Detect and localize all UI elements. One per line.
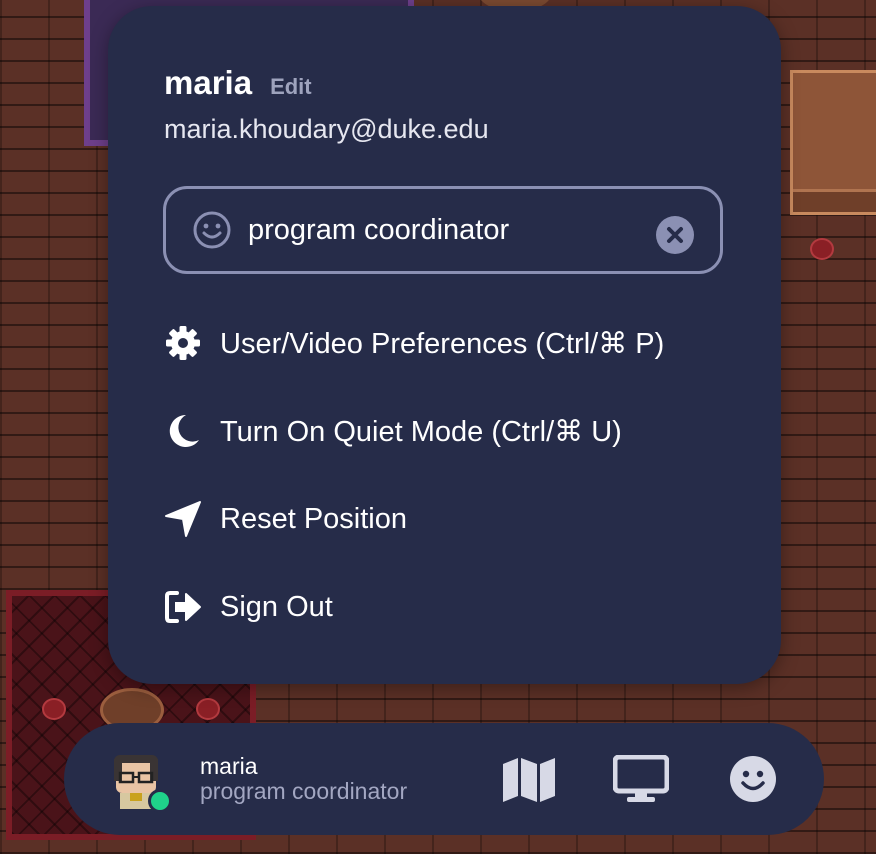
status-input[interactable] <box>248 213 648 247</box>
smile-icon <box>193 211 231 249</box>
menu-item-quiet-mode[interactable]: Turn On Quiet Mode (Ctrl/⌘ U) <box>162 410 622 452</box>
sign-out-icon <box>162 586 204 628</box>
clear-icon <box>667 227 683 243</box>
map-icon <box>503 758 555 802</box>
map-button[interactable] <box>500 751 558 807</box>
gear-icon <box>162 322 204 364</box>
wooden-desk <box>790 70 876 215</box>
bottom-bar-status: program coordinator <box>200 778 408 804</box>
emoji-icon <box>730 756 776 802</box>
profile-menu-panel: maria Edit maria.khoudary@duke.edu progr… <box>108 6 781 684</box>
user-email: maria.khoudary@duke.edu <box>164 114 489 144</box>
menu-item-reset-position[interactable]: Reset Position <box>162 498 407 540</box>
menu-item-sign-out[interactable]: Sign Out <box>162 586 333 628</box>
clear-status-button[interactable] <box>656 216 694 254</box>
bottom-bar: maria program coordinator <box>64 723 824 835</box>
online-status-dot <box>148 789 172 813</box>
menu-item-label: User/Video Preferences (Ctrl/⌘ P) <box>220 327 665 360</box>
menu-item-label: Reset Position <box>220 502 407 535</box>
stool <box>196 698 220 720</box>
bottom-bar-name: maria <box>200 753 258 779</box>
moon-icon <box>162 410 204 452</box>
location-arrow-icon <box>162 498 204 540</box>
emoji-button[interactable] <box>724 751 782 807</box>
menu-item-label: Sign Out <box>220 590 333 623</box>
user-name: maria <box>164 64 253 101</box>
edit-name-button[interactable]: Edit <box>270 74 312 100</box>
menu-item-label: Turn On Quiet Mode (Ctrl/⌘ U) <box>220 415 622 448</box>
name-row: maria Edit <box>164 64 312 102</box>
screen-share-icon <box>613 755 669 802</box>
stool <box>42 698 66 720</box>
menu-item-preferences[interactable]: User/Video Preferences (Ctrl/⌘ P) <box>162 322 664 364</box>
stool <box>810 238 834 260</box>
screen-share-button[interactable] <box>612 751 670 807</box>
status-field[interactable] <box>163 186 723 274</box>
